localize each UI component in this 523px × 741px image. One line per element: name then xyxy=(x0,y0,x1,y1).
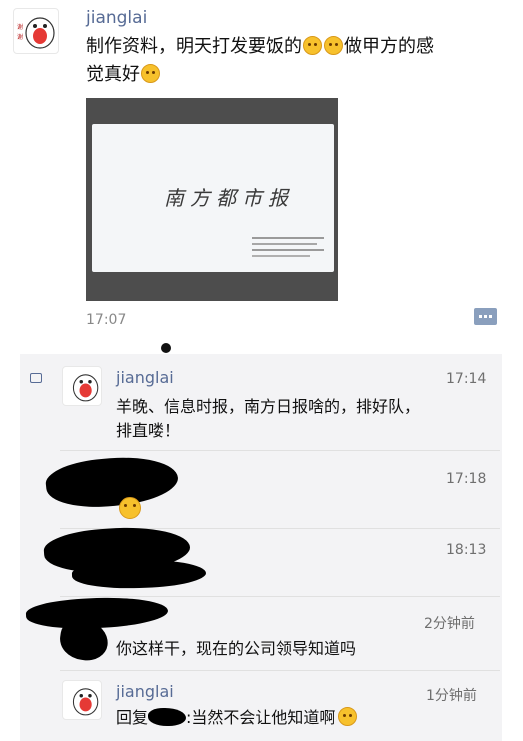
envelope: 南方都市报 xyxy=(92,124,334,272)
comment-time: 17:18 xyxy=(446,471,487,487)
post-author[interactable]: jianglai xyxy=(86,8,147,28)
envelope-address-block xyxy=(252,234,324,264)
comment-divider xyxy=(60,670,500,671)
comment-text-line1: 羊晚、信息时报，南方日报啥的，排好队， xyxy=(116,397,421,416)
comment-divider xyxy=(60,450,500,451)
avatar-illustration-icon xyxy=(72,374,99,402)
post-time: 17:07 xyxy=(86,312,127,328)
comment-time: 17:14 xyxy=(446,371,487,387)
svg-text:谢: 谢 xyxy=(17,33,23,41)
comment-author[interactable]: jianglai xyxy=(116,682,174,701)
svg-text:谢: 谢 xyxy=(17,23,23,31)
comment-time: 1分钟前 xyxy=(426,688,477,704)
redaction-mark xyxy=(148,708,187,726)
emoji-icon xyxy=(324,36,343,55)
thread-dot xyxy=(161,343,171,353)
comment-avatar[interactable] xyxy=(62,366,102,406)
emoji-icon xyxy=(303,36,322,55)
comment-text-line2: 排直喽！ xyxy=(116,421,181,440)
avatar-illustration-icon: 谢 谢 xyxy=(17,17,55,49)
comment-avatar[interactable] xyxy=(62,680,102,720)
post-text-line1: 制作资料，明天打发要饭的 xyxy=(86,36,302,57)
envelope-title: 南方都市报 xyxy=(164,186,294,210)
emoji-icon xyxy=(119,497,141,519)
post-photo[interactable]: 南方都市报 xyxy=(86,98,338,301)
reply-prefix: 回复 xyxy=(116,708,149,727)
post-avatar[interactable]: 谢 谢 xyxy=(13,8,59,54)
comment-time: 2分钟前 xyxy=(424,616,475,632)
comment-text: 你这样干，现在的公司领导知道吗 xyxy=(116,639,357,658)
grin-emoji-icon xyxy=(338,707,358,726)
comment-text: 羊晚、信息时报，南方日报啥的，排好队， 排直喽！ xyxy=(116,395,496,443)
post-text: 制作资料，明天打发要饭的 做甲方的感 觉真好 xyxy=(86,33,506,89)
reply-text: :当然不会让他知道啊 xyxy=(186,708,336,727)
more-dots-icon[interactable] xyxy=(474,308,497,325)
comment-text: 回复 :当然不会让他知道啊 xyxy=(116,706,496,730)
comment-time: 18:13 xyxy=(446,542,487,558)
post-text-line2: 觉真好 xyxy=(86,64,140,85)
post-text-line1b: 做甲方的感 xyxy=(344,36,434,57)
laugh-emoji-icon xyxy=(141,64,160,83)
avatar-illustration-icon xyxy=(72,688,99,716)
comment-icon xyxy=(30,373,42,383)
comment-divider xyxy=(60,596,500,597)
comment-author[interactable]: jianglai xyxy=(116,368,174,387)
